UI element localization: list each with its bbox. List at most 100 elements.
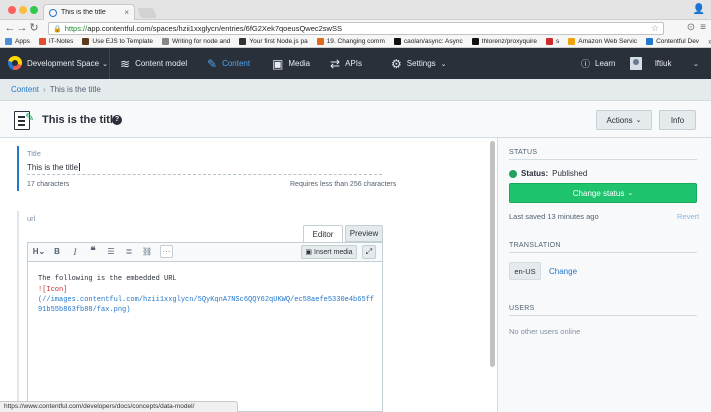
bookmark-label: thlorenz/proxyquire — [481, 38, 538, 45]
nav-content[interactable]: ✎ Content — [207, 48, 250, 79]
bookmark-item[interactable]: Amazon Web Servic — [568, 38, 637, 45]
link-icon[interactable]: ⛓ — [142, 246, 152, 258]
new-tab-button[interactable] — [137, 8, 157, 18]
editor-line: ![Icon] — [38, 286, 68, 294]
quote-icon[interactable]: ❝ — [88, 246, 98, 258]
info-button[interactable]: Info — [659, 110, 696, 130]
bookmark-favicon-icon — [568, 38, 576, 45]
divider — [509, 315, 697, 316]
window-zoom-button[interactable] — [30, 6, 38, 14]
reload-icon[interactable]: ↻ — [28, 20, 40, 36]
info-circle-icon: ⓘ — [581, 59, 591, 69]
nav-content-model[interactable]: ≋ Content model — [120, 48, 187, 79]
nav-apis[interactable]: ⇄ APIs — [330, 48, 362, 79]
actions-label: Actions — [606, 115, 633, 125]
bookmark-item[interactable]: Use EJS to Template — [82, 38, 153, 45]
editor-line: The following is the embedded URL — [38, 275, 177, 283]
nav-settings[interactable]: ⚙ Settings ⌄ — [391, 48, 447, 79]
bookmark-favicon-icon — [471, 38, 479, 45]
bookmark-item[interactable]: thlorenz/proxyquire — [471, 38, 538, 45]
markdown-editor[interactable] — [27, 262, 383, 412]
bookmark-label: Apps — [15, 38, 30, 45]
editor-scrollbar[interactable] — [490, 141, 495, 367]
nav-media[interactable]: ▣ Media — [272, 48, 310, 79]
tab-close-icon[interactable]: × — [124, 8, 129, 17]
back-arrow-icon[interactable]: ← — [4, 20, 16, 36]
bookmark-favicon-icon — [646, 38, 654, 45]
actions-button[interactable]: Actions ⌄ — [596, 110, 652, 130]
editor-line: 91b55b863fb88/fax.png) — [38, 306, 131, 314]
layers-icon: ≋ — [120, 56, 131, 71]
divider — [509, 252, 697, 253]
bookmark-item[interactable]: s — [546, 38, 559, 45]
bookmark-label: Writing for node and — [171, 38, 231, 45]
bookmark-label: s — [556, 38, 560, 45]
forward-arrow-icon[interactable]: → — [16, 20, 28, 36]
status-heading: STATUS — [509, 149, 538, 156]
bookmark-item[interactable]: IT-Notes — [38, 38, 73, 45]
help-icon[interactable]: ? — [112, 115, 122, 125]
bookmark-star-icon[interactable]: ☆ — [651, 23, 659, 34]
bookmark-item[interactable]: Apps — [5, 38, 30, 45]
editor-line: (//images.contentful.com/hzii1xxglycn/5Q… — [38, 296, 375, 304]
fullscreen-icon[interactable]: ⤢ — [362, 245, 376, 259]
bookmark-favicon-icon — [239, 38, 247, 45]
nav-label: Learn — [595, 59, 616, 68]
italic-icon[interactable]: I — [71, 246, 79, 258]
status-dot — [509, 169, 517, 178]
nav-label: Settings — [406, 59, 436, 68]
heading-icon[interactable]: H⌄ — [32, 246, 46, 258]
tab-editor-label: Editor — [312, 229, 334, 239]
chevron-down-icon: ⌄ — [102, 60, 108, 68]
change-status-label: Change status — [572, 188, 625, 198]
change-status-button[interactable]: Change status ⌄ — [509, 183, 697, 203]
menu-icon[interactable]: ≡ — [700, 22, 706, 33]
nav-label: Media — [288, 59, 311, 68]
change-locale-link[interactable]: Change — [549, 267, 577, 276]
numbered-list-icon[interactable]: ≣ — [124, 246, 134, 258]
tab-preview[interactable]: Preview — [345, 225, 383, 242]
extension-icon[interactable]: ⊙ — [687, 22, 695, 33]
bookmark-item[interactable]: Contentful Dev — [646, 38, 699, 45]
bullet-list-icon[interactable]: ☰ — [106, 246, 116, 258]
no-users-text: No other users online — [509, 327, 581, 336]
browser-profile-icon[interactable]: 👤 — [693, 4, 705, 15]
favicon-icon — [49, 8, 57, 17]
space-switcher[interactable]: Development Space ⌄ — [26, 48, 110, 79]
browser-tab[interactable]: This is the title × — [43, 4, 135, 20]
space-label: Development Space — [27, 59, 100, 68]
link-hover-status: https://www.contentful.com/developers/do… — [0, 401, 238, 412]
status-value: Published — [552, 169, 588, 178]
address-bar[interactable]: 🔒 https://app.contentful.com/spaces/hzii… — [48, 22, 664, 35]
chevron-down-icon[interactable]: ⌄ — [693, 48, 699, 79]
bookmark-label: Contentful Dev — [656, 38, 700, 45]
window-close-button[interactable] — [8, 6, 16, 14]
character-count: 17 characters — [27, 181, 70, 188]
insert-media-button[interactable]: ▣ Insert media — [301, 245, 357, 259]
nav-learn[interactable]: ⓘ Learn — [581, 48, 615, 79]
status-key: Status: — [521, 169, 549, 178]
url-text: app.contentful.com/spaces/hzii1xxglycn/e… — [87, 24, 342, 33]
user-menu[interactable]: lftiuk — [630, 48, 671, 79]
bookmark-item[interactable]: Writing for node and — [161, 38, 231, 45]
bookmark-label: 19. Changing comm — [326, 38, 385, 45]
chevron-down-icon: ⌄ — [627, 190, 634, 197]
title-input[interactable]: This is the title — [27, 161, 382, 175]
bookmark-item[interactable]: caolan/async: Async — [393, 38, 463, 45]
more-icon[interactable]: ··· — [160, 245, 173, 258]
info-label: Info — [670, 115, 685, 125]
revert-link[interactable]: Revert — [677, 212, 699, 221]
breadcrumb-separator: › — [43, 85, 46, 94]
bookmark-favicon-icon — [393, 38, 401, 45]
bookmark-favicon-icon — [546, 38, 554, 45]
bookmark-favicon-icon — [82, 38, 90, 45]
bold-icon[interactable]: B — [53, 246, 61, 258]
title-field-label: Title — [27, 149, 41, 158]
tab-editor[interactable]: Editor — [303, 225, 343, 242]
breadcrumb-content-link[interactable]: Content — [11, 85, 39, 94]
page-title: This is the title — [42, 114, 120, 126]
window-minimize-button[interactable] — [19, 6, 27, 14]
bookmark-item[interactable]: Your first Node.js pa — [239, 38, 308, 45]
translation-heading: TRANSLATION — [509, 242, 561, 249]
bookmark-item[interactable]: 19. Changing comm — [316, 38, 385, 45]
